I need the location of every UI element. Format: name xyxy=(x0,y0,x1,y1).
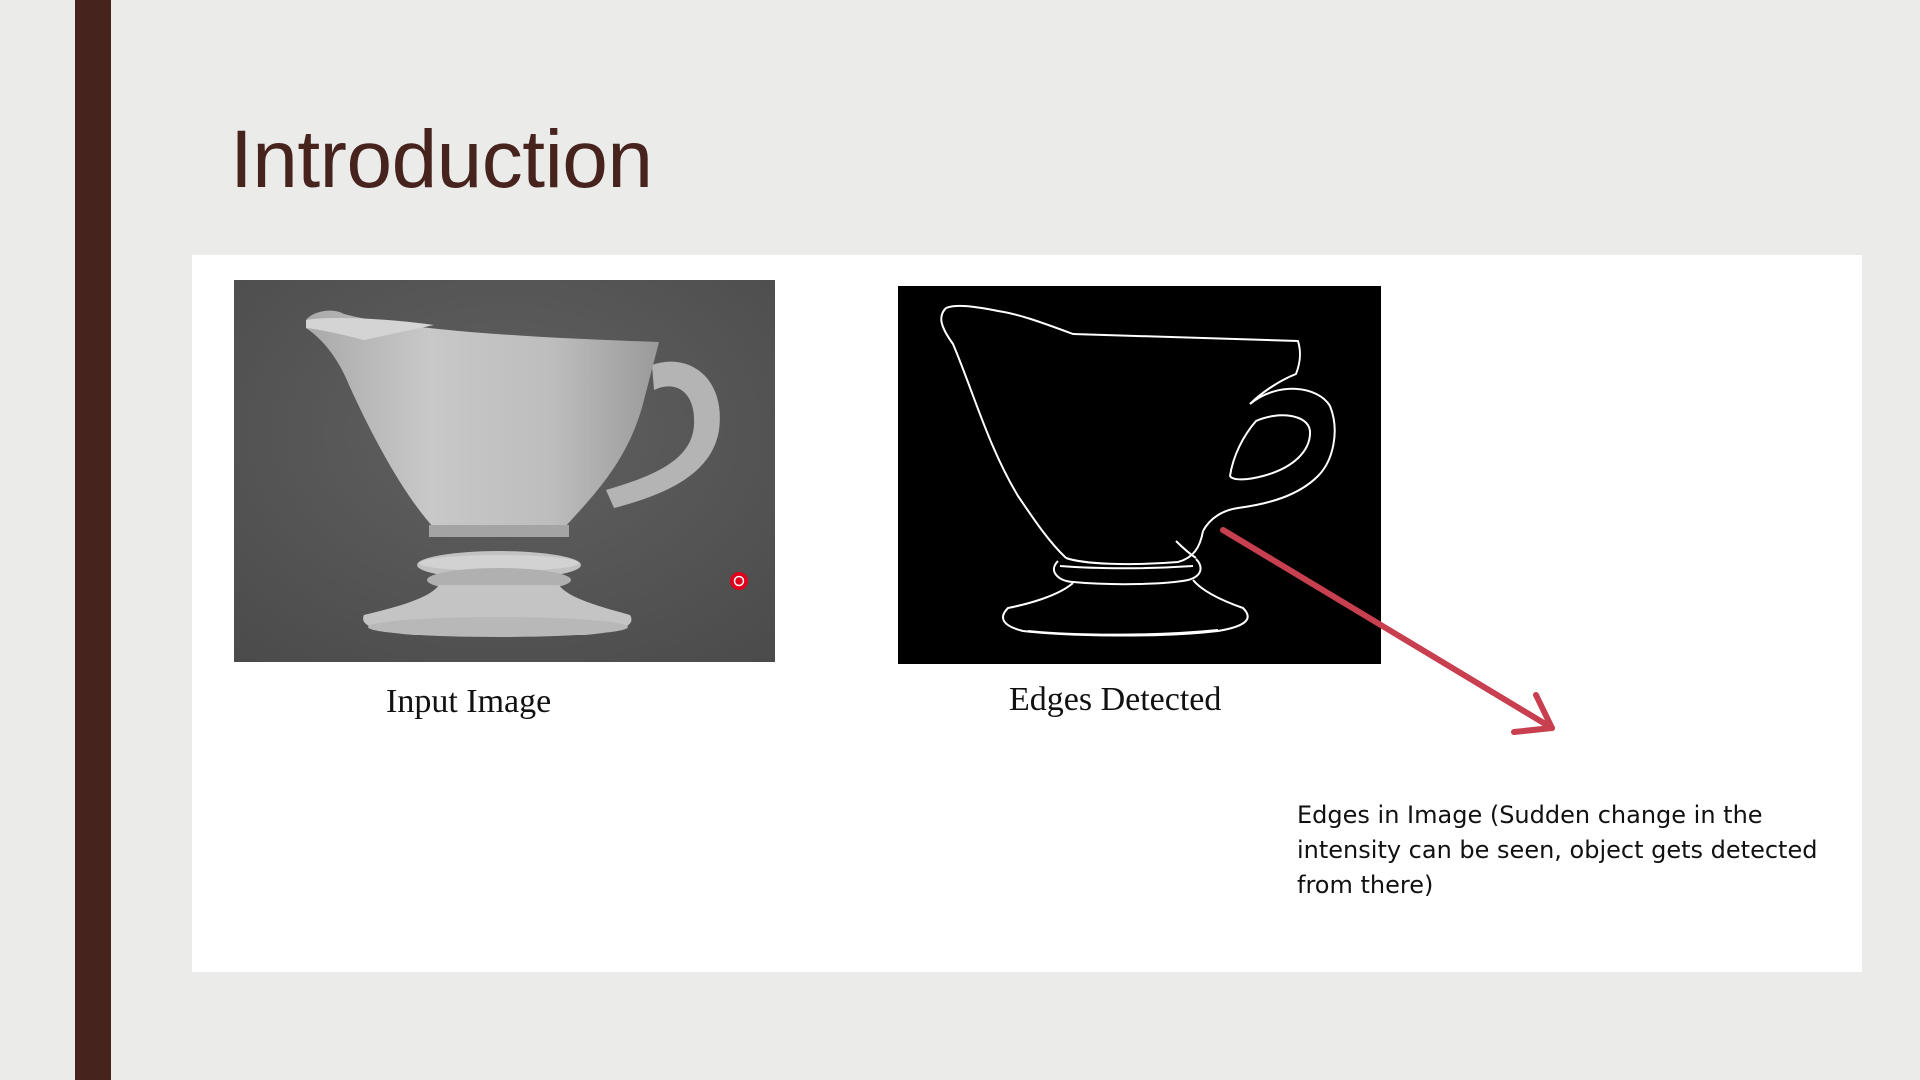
slide-title: Introduction xyxy=(230,114,653,205)
laser-pointer-dot-icon xyxy=(730,572,748,590)
presentation-slide: Introduction Input Image Edges Detected … xyxy=(0,0,1920,1080)
accent-bar xyxy=(75,0,111,1080)
pointer-arrow xyxy=(1220,527,1555,735)
input-image-caption: Input Image xyxy=(386,683,552,720)
edges-detected-caption: Edges Detected xyxy=(1009,681,1222,718)
input-image xyxy=(234,280,775,662)
annotation-text: Edges in Image (Sudden change in the int… xyxy=(1297,801,1818,899)
